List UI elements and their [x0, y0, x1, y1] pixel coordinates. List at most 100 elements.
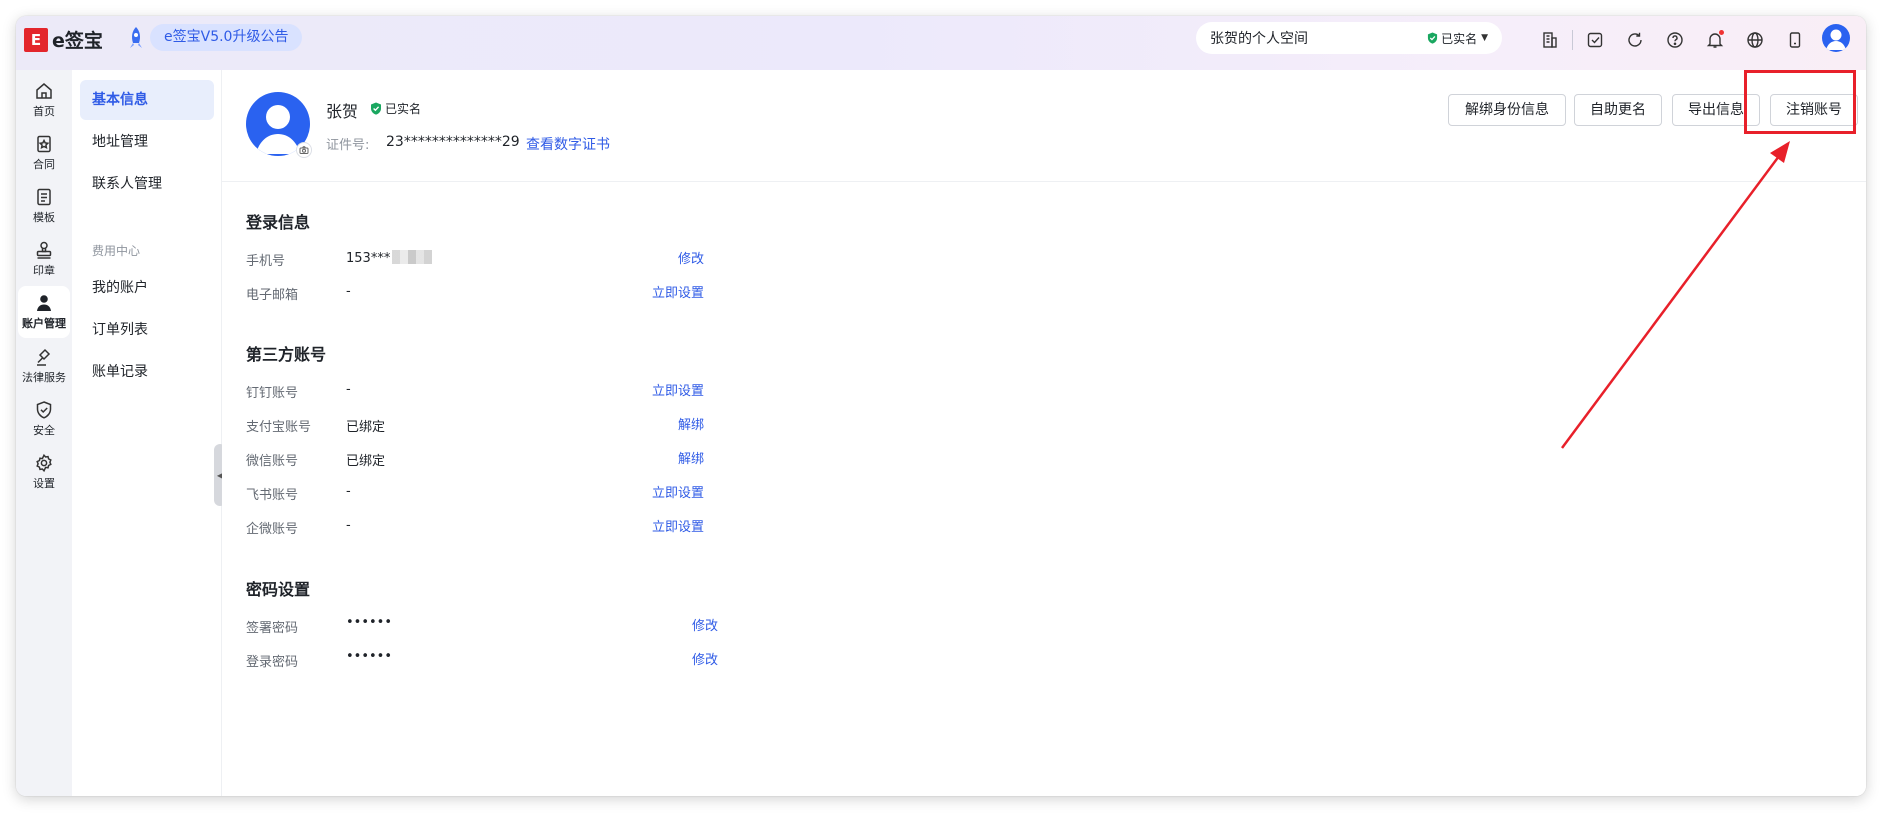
submenu-item-my-account[interactable]: 我的账户	[80, 268, 214, 308]
feishu-set-link[interactable]: 立即设置	[640, 482, 704, 501]
id-label: 证件号:	[326, 138, 370, 153]
globe-icon[interactable]	[1735, 28, 1775, 52]
chevron-down-icon: ▼	[1481, 33, 1488, 43]
submenu: 基本信息 地址管理 联系人管理 费用中心 我的账户 订单列表 账单记录	[72, 70, 222, 796]
profile-name: 张贺	[326, 102, 359, 121]
rail-item-settings[interactable]: 设置	[18, 446, 70, 498]
rail-label: 法律服务	[22, 371, 66, 384]
verified-shield-icon	[371, 102, 381, 115]
sign-password-label: 签署密码	[246, 621, 299, 636]
refresh-icon[interactable]	[1615, 28, 1655, 52]
bell-icon[interactable]	[1695, 28, 1735, 52]
verified-label: 已实名	[385, 102, 422, 116]
top-bar: E e签宝 e签宝V5.0升级公告 张贺的个人空间 已实名 ▼	[16, 16, 1866, 70]
announcement[interactable]: e签宝V5.0升级公告	[126, 24, 303, 51]
alipay-value: 已绑定	[346, 420, 386, 435]
feishu-value: -	[346, 484, 351, 499]
logo-mark: E	[24, 27, 48, 52]
wecom-label: 企微账号	[246, 522, 299, 537]
login-info-title: 登录信息	[246, 213, 311, 232]
contract-icon	[37, 135, 51, 153]
rail-item-seal[interactable]: 印章	[18, 233, 70, 285]
dingtalk-set-link[interactable]: 立即设置	[640, 380, 704, 399]
unbind-identity-button[interactable]: 解绑身份信息	[1448, 94, 1566, 126]
dingtalk-label: 钉钉账号	[246, 386, 299, 401]
gear-icon	[36, 453, 52, 473]
submenu-item-basic-info[interactable]: 基本信息	[80, 80, 214, 120]
task-check-icon[interactable]	[1575, 28, 1615, 52]
announcement-link[interactable]: e签宝V5.0升级公告	[150, 24, 303, 51]
cancel-account-button[interactable]: 注销账号	[1770, 94, 1858, 126]
help-icon[interactable]	[1655, 28, 1695, 52]
wechat-value: 已绑定	[346, 454, 386, 469]
sign-password-edit-link[interactable]: 修改	[684, 615, 718, 634]
gavel-icon	[37, 348, 51, 366]
verify-status: 已实名	[1441, 31, 1478, 46]
rail-item-account[interactable]: 账户管理	[18, 286, 70, 338]
logo-text: e签宝	[52, 30, 103, 52]
main-content: 张贺 已实名 证件号: 23**************29 查看数字证书 解绑…	[222, 70, 1866, 796]
camera-icon[interactable]	[296, 142, 312, 158]
user-avatar[interactable]	[1822, 24, 1850, 52]
seal-icon	[36, 241, 52, 259]
verify-badge: 已实名 ▼	[1427, 30, 1488, 47]
mobile-icon[interactable]	[1775, 28, 1815, 52]
logo[interactable]: E e签宝	[24, 26, 103, 53]
notification-dot	[1719, 30, 1724, 35]
wechat-unbind-link[interactable]: 解绑	[670, 448, 704, 467]
rail-label: 账户管理	[22, 317, 66, 330]
wechat-label: 微信账号	[246, 454, 299, 469]
login-password-edit-link[interactable]: 修改	[684, 649, 718, 668]
alipay-unbind-link[interactable]: 解绑	[670, 414, 704, 433]
view-certificate-link[interactable]: 查看数字证书	[526, 134, 610, 154]
email-value: -	[346, 284, 351, 299]
login-password-label: 登录密码	[246, 655, 299, 670]
template-icon	[37, 188, 51, 206]
space-selector[interactable]: 张贺的个人空间 已实名 ▼	[1196, 22, 1502, 54]
phone-value: 153***	[346, 250, 433, 266]
rail-item-template[interactable]: 模板	[18, 180, 70, 232]
rail-item-home[interactable]: 首页	[18, 74, 70, 126]
verified-shield-icon	[1427, 32, 1438, 44]
left-rail: 首页 合同 模板 印章 账户管理 法律服务 安全 设置	[16, 70, 72, 796]
rail-label: 首页	[33, 105, 55, 118]
wecom-set-link[interactable]: 立即设置	[640, 516, 704, 535]
password-title: 密码设置	[246, 580, 311, 599]
redacted-blur	[392, 250, 433, 264]
submenu-item-contacts[interactable]: 联系人管理	[80, 164, 214, 204]
rail-label: 合同	[33, 158, 55, 171]
user-icon	[37, 295, 51, 311]
home-icon	[36, 83, 52, 99]
app-window: E e签宝 e签宝V5.0升级公告 张贺的个人空间 已实名 ▼ 首页 合同 模板…	[16, 16, 1866, 796]
submenu-item-orders[interactable]: 订单列表	[80, 310, 214, 350]
dingtalk-value: -	[346, 382, 351, 397]
space-name: 张贺的个人空间	[1210, 31, 1308, 47]
divider	[1572, 30, 1573, 50]
rail-label: 安全	[33, 424, 55, 437]
profile-header: 张贺 已实名 证件号: 23**************29 查看数字证书 解绑…	[222, 70, 1866, 182]
wecom-value: -	[346, 518, 351, 533]
submenu-item-address[interactable]: 地址管理	[80, 122, 214, 162]
self-rename-button[interactable]: 自助更名	[1574, 94, 1662, 126]
submenu-group-title: 费用中心	[92, 244, 141, 258]
rail-label: 设置	[33, 477, 55, 490]
alipay-label: 支付宝账号	[246, 420, 312, 435]
shield-icon	[36, 401, 52, 419]
submenu-item-bills[interactable]: 账单记录	[80, 352, 214, 392]
phone-edit-link[interactable]: 修改	[670, 248, 704, 267]
sign-password-value: ••••••	[346, 615, 393, 630]
profile-verified-badge: 已实名	[370, 100, 421, 117]
login-password-value: ••••••	[346, 649, 393, 664]
building-icon[interactable]	[1530, 28, 1570, 52]
phone-label: 手机号	[246, 254, 286, 269]
rocket-icon	[126, 25, 146, 51]
export-info-button[interactable]: 导出信息	[1672, 94, 1760, 126]
email-label: 电子邮箱	[246, 288, 299, 303]
phone-value-text: 153***	[346, 251, 391, 266]
id-value: 23**************29	[386, 134, 520, 150]
rail-item-contract[interactable]: 合同	[18, 127, 70, 179]
rail-item-security[interactable]: 安全	[18, 393, 70, 445]
rail-item-legal[interactable]: 法律服务	[18, 340, 70, 392]
email-set-link[interactable]: 立即设置	[640, 282, 704, 301]
third-party-title: 第三方账号	[246, 345, 327, 364]
